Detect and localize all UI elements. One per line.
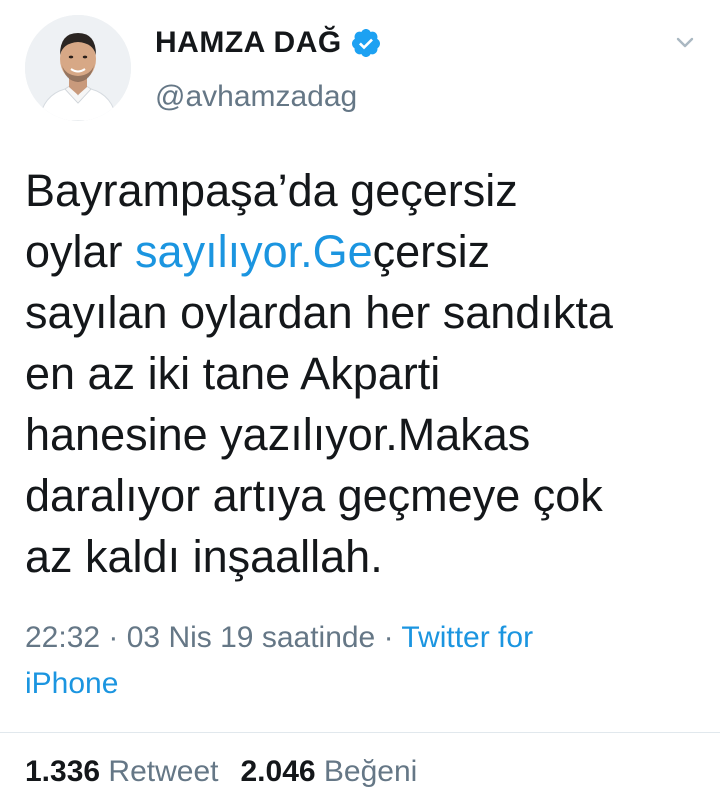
tweet-source-link[interactable]: Twitter for [401, 621, 533, 654]
tweet-line: az kaldı inşaallah. [25, 531, 383, 582]
meta-separator: · [375, 621, 402, 654]
tweet-line: en az iki tane Akparti [25, 348, 441, 399]
tweet-card: HAMZA DAĞ @avhamzadag Bayrampaşa’da geçe… [0, 0, 720, 807]
retweets-count: 1.336 [25, 755, 101, 788]
display-name[interactable]: HAMZA DAĞ [155, 26, 342, 60]
chevron-down-icon[interactable] [670, 28, 700, 58]
tweet-source-link-cont[interactable]: iPhone [25, 667, 118, 700]
likes-stat[interactable]: 2.046 Beğeni [240, 752, 417, 792]
verified-badge-icon [350, 27, 382, 59]
retweets-stat[interactable]: 1.336 Retweet [25, 752, 218, 792]
avatar[interactable] [25, 15, 131, 121]
tweet-date[interactable]: 03 Nis 19 saatinde [127, 621, 376, 654]
likes-count: 2.046 [240, 755, 316, 788]
tweet-line-with-link: oylar sayılıyor.Geçersiz [25, 221, 705, 282]
name-row: HAMZA DAĞ [155, 26, 382, 60]
divider [0, 732, 720, 733]
tweet-line: sayılan oylardan her sandıkta [25, 287, 613, 338]
tweet-stats: 1.336 Retweet 2.046 Beğeni [25, 752, 417, 792]
tweet-line: hanesine yazılıyor.Makas [25, 409, 531, 460]
retweets-label: Retweet [108, 755, 219, 788]
tweet-link[interactable]: sayılıyor.Ge [135, 226, 373, 277]
meta-line-1: 22:32 · 03 Nis 19 saatinde · Twitter for [25, 615, 705, 661]
likes-label: Beğeni [323, 755, 418, 788]
meta-separator: · [100, 621, 127, 654]
tweet-text-fragment: oylar [25, 226, 136, 277]
tweet-line: Bayrampaşa’da geçersiz [25, 165, 518, 216]
tweet-line: daralıyor artıya geçmeye çok [25, 470, 603, 521]
tweet-time[interactable]: 22:32 [25, 621, 100, 654]
meta-line-2: iPhone [25, 661, 705, 707]
user-handle[interactable]: @avhamzadag [155, 80, 357, 114]
avatar-photo [25, 15, 131, 121]
tweet-text-fragment: çersiz [372, 226, 491, 277]
tweet-meta: 22:32 · 03 Nis 19 saatinde · Twitter for… [25, 615, 705, 707]
tweet-text: Bayrampaşa’da geçersiz oylar sayılıyor.G… [25, 160, 705, 587]
